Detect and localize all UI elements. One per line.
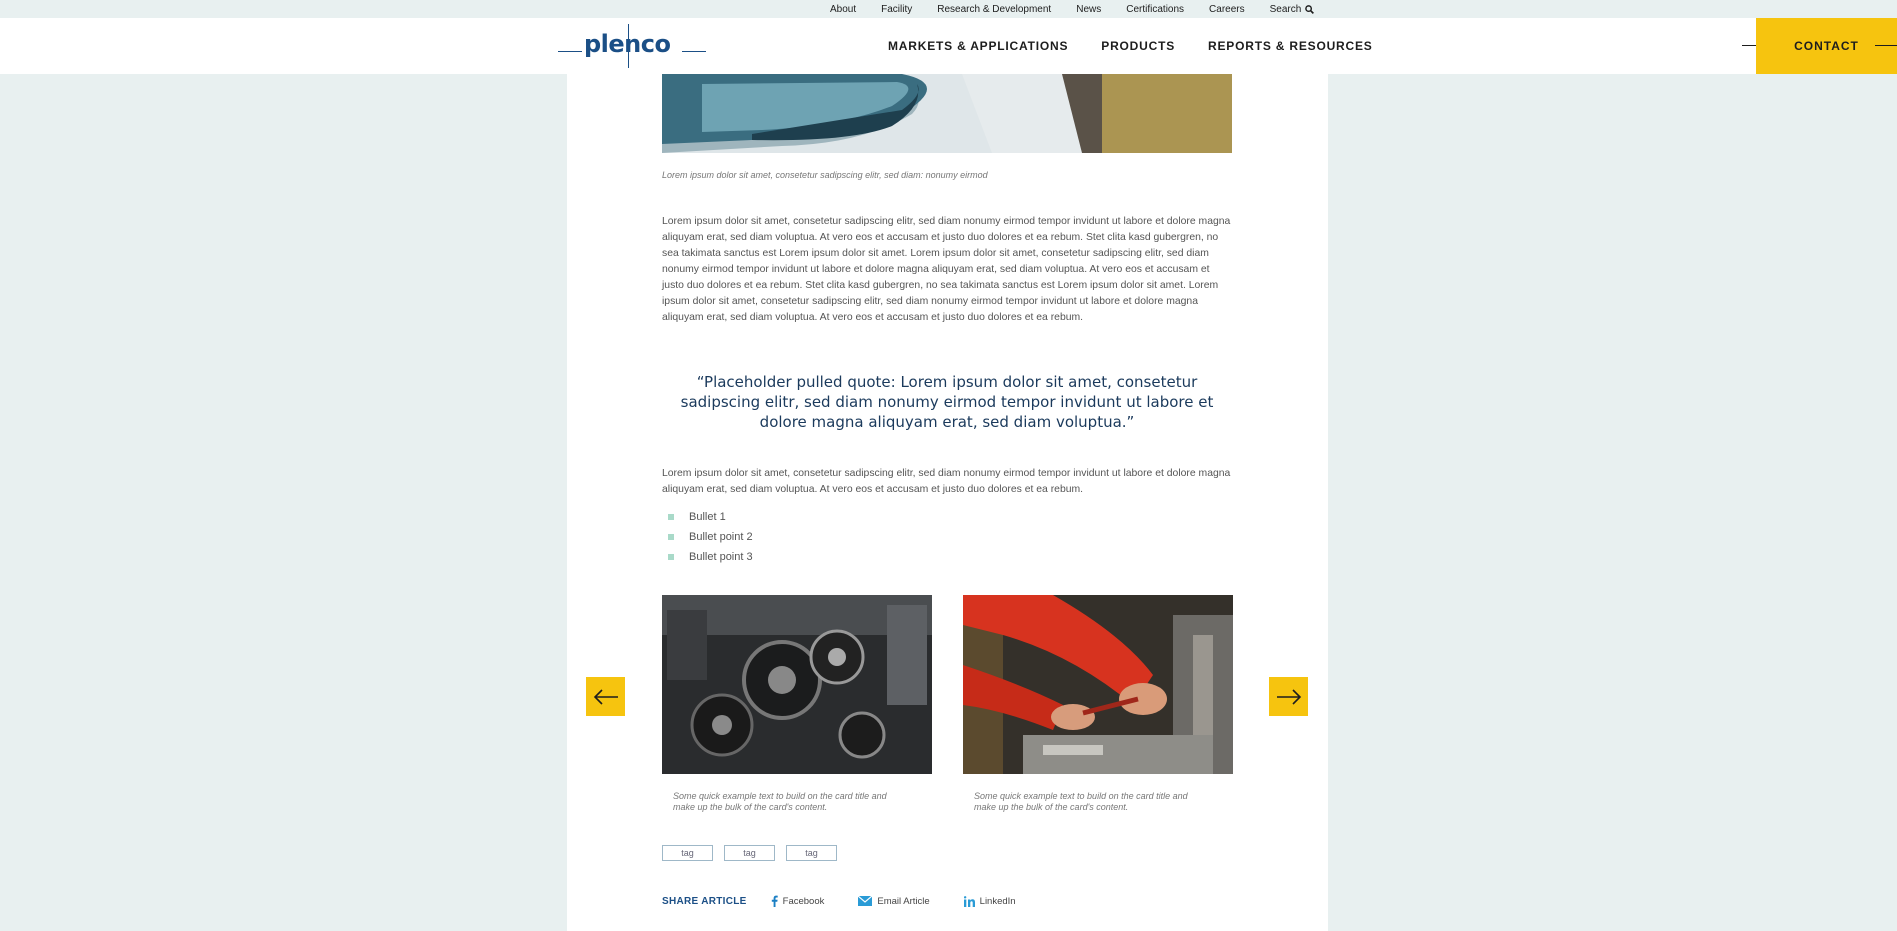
list-item: Bullet point 3 xyxy=(668,547,753,567)
share-linkedin-label: LinkedIn xyxy=(979,895,1016,907)
utility-link-certifications[interactable]: Certifications xyxy=(1126,4,1184,15)
plenco-logo[interactable]: plenco xyxy=(558,24,708,68)
utility-link-careers[interactable]: Careers xyxy=(1209,4,1245,15)
nav-reports-resources[interactable]: REPORTS & RESOURCES xyxy=(1208,39,1373,53)
primary-nav: MARKETS & APPLICATIONS PRODUCTS REPORTS … xyxy=(888,18,1373,74)
search-icon xyxy=(1305,4,1315,14)
arrow-left-icon xyxy=(593,688,618,705)
search-label: Search xyxy=(1269,3,1302,15)
utility-link-about[interactable]: About xyxy=(830,4,856,15)
bullet-text: Bullet point 3 xyxy=(689,551,753,563)
hero-image xyxy=(662,74,1232,153)
logo-line-right xyxy=(682,51,706,52)
search-button[interactable]: Search xyxy=(1270,4,1315,15)
carousel-next-button[interactable] xyxy=(1269,677,1308,716)
nav-products[interactable]: PRODUCTS xyxy=(1101,39,1175,53)
linkedin-icon xyxy=(963,895,975,907)
body-paragraph-2: Lorem ipsum dolor sit amet, consetetur s… xyxy=(662,468,1231,495)
hero-caption: Lorem ipsum dolor sit amet, consetetur s… xyxy=(662,170,988,180)
share-linkedin-link[interactable]: LinkedIn xyxy=(963,895,1016,907)
pull-quote: “Placeholder pulled quote: Lorem ipsum d… xyxy=(680,373,1214,431)
share-facebook-label: Facebook xyxy=(782,895,825,907)
share-label: SHARE ARTICLE xyxy=(662,895,747,907)
utility-link-facility[interactable]: Facility xyxy=(881,4,912,15)
share-email-link[interactable]: Email Article xyxy=(858,895,930,907)
main-nav: plenco MARKETS & APPLICATIONS PRODUCTS R… xyxy=(0,18,1897,74)
contact-btn-line xyxy=(1875,45,1897,46)
hero-car-photo xyxy=(662,74,1232,153)
logo-line-left xyxy=(558,51,582,52)
article-column: Lorem ipsum dolor sit amet, consetetur s… xyxy=(567,74,1328,931)
bullet-list: Bullet 1 Bullet point 2 Bullet point 3 xyxy=(668,507,753,567)
arrow-right-icon xyxy=(1276,688,1301,705)
bullet-marker xyxy=(668,534,674,540)
body-paragraph-1: Lorem ipsum dolor sit amet, consetetur s… xyxy=(662,216,1231,323)
bullet-marker xyxy=(668,554,674,560)
card-image-worker[interactable] xyxy=(963,595,1233,774)
card-caption: Some quick example text to build on the … xyxy=(673,791,887,812)
share-bar: SHARE ARTICLE Facebook Email Article Lin… xyxy=(662,895,1050,907)
facebook-icon xyxy=(771,895,778,907)
utility-link-research[interactable]: Research & Development xyxy=(937,4,1051,15)
logo-text: plenco xyxy=(584,30,671,58)
tag-pill[interactable]: tag xyxy=(724,845,775,861)
tag-pill[interactable]: tag xyxy=(786,845,837,861)
utility-nav: About Facility Research & Development Ne… xyxy=(830,0,1315,18)
carousel-prev-button[interactable] xyxy=(586,677,625,716)
share-email-label: Email Article xyxy=(877,895,930,907)
list-item: Bullet point 2 xyxy=(668,527,753,547)
worker-machining-photo xyxy=(963,595,1233,774)
share-facebook-link[interactable]: Facebook xyxy=(771,895,825,907)
tag-pill[interactable]: tag xyxy=(662,845,713,861)
tag-list: tag tag tag xyxy=(662,845,837,861)
engine-belt-photo xyxy=(662,595,932,774)
contact-label: CONTACT xyxy=(1794,39,1859,53)
contact-button[interactable]: CONTACT xyxy=(1756,18,1897,74)
bullet-text: Bullet point 2 xyxy=(689,531,753,543)
list-item: Bullet 1 xyxy=(668,507,753,527)
utility-bar: About Facility Research & Development Ne… xyxy=(0,0,1897,18)
utility-link-news[interactable]: News xyxy=(1076,4,1101,15)
bullet-text: Bullet 1 xyxy=(689,511,726,523)
nav-markets-applications[interactable]: MARKETS & APPLICATIONS xyxy=(888,39,1068,53)
card-caption: Some quick example text to build on the … xyxy=(974,791,1188,812)
card-image-engine[interactable] xyxy=(662,595,932,774)
bullet-marker xyxy=(668,514,674,520)
email-icon xyxy=(858,896,873,906)
